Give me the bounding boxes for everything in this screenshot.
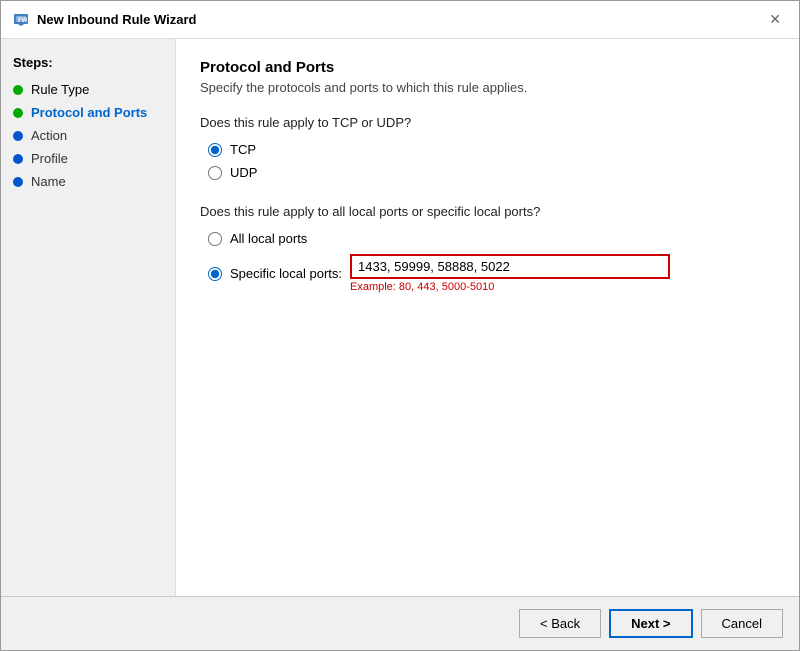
cancel-button[interactable]: Cancel — [701, 609, 783, 638]
all-ports-label[interactable]: All local ports — [230, 231, 307, 246]
all-ports-option[interactable]: All local ports — [208, 231, 775, 246]
specific-ports-label[interactable]: Specific local ports: — [230, 266, 342, 281]
specific-ports-radio[interactable] — [208, 267, 222, 281]
next-button[interactable]: Next > — [609, 609, 692, 638]
svg-text:FW: FW — [18, 18, 28, 24]
udp-label[interactable]: UDP — [230, 165, 257, 180]
sidebar-item-label-protocol-ports: Protocol and Ports — [31, 105, 147, 120]
step-dot-protocol-ports — [13, 108, 23, 118]
steps-label: Steps: — [1, 49, 175, 78]
title-bar: FW New Inbound Rule Wizard ✕ — [1, 1, 799, 39]
sidebar-item-action[interactable]: Action — [1, 124, 175, 147]
tcp-radio[interactable] — [208, 143, 222, 157]
port-example: Example: 80, 443, 5000-5010 — [350, 281, 670, 293]
dialog-window: FW New Inbound Rule Wizard ✕ Steps: Rule… — [0, 0, 800, 651]
ports-section-label: Does this rule apply to all local ports … — [200, 204, 775, 219]
sidebar-item-label-profile: Profile — [31, 151, 68, 166]
udp-radio[interactable] — [208, 166, 222, 180]
sidebar-item-label-name: Name — [31, 174, 66, 189]
step-dot-name — [13, 177, 23, 187]
back-button[interactable]: < Back — [519, 609, 601, 638]
specific-ports-option[interactable]: Specific local ports: — [208, 266, 342, 281]
dialog-title: New Inbound Rule Wizard — [37, 12, 197, 27]
close-button[interactable]: ✕ — [763, 9, 787, 30]
page-title: Protocol and Ports — [200, 59, 775, 76]
protocol-radio-group: TCP UDP — [208, 142, 775, 180]
sidebar-item-profile[interactable]: Profile — [1, 147, 175, 170]
sidebar-item-rule-type[interactable]: Rule Type — [1, 78, 175, 101]
specific-ports-row: Specific local ports: Example: 80, 443, … — [208, 254, 775, 293]
protocol-section-label: Does this rule apply to TCP or UDP? — [200, 115, 775, 130]
footer: < Back Next > Cancel — [1, 596, 799, 650]
main-content: Protocol and Ports Specify the protocols… — [176, 39, 799, 596]
tcp-option[interactable]: TCP — [208, 142, 775, 157]
sidebar: Steps: Rule Type Protocol and Ports Acti… — [1, 39, 176, 596]
sidebar-item-name[interactable]: Name — [1, 170, 175, 193]
ports-section: Does this rule apply to all local ports … — [200, 204, 775, 293]
wizard-icon: FW — [13, 12, 29, 28]
content-area: Steps: Rule Type Protocol and Ports Acti… — [1, 39, 799, 596]
title-bar-left: FW New Inbound Rule Wizard — [13, 12, 197, 28]
ports-radio-group: All local ports Specific local ports: Ex… — [208, 231, 775, 293]
page-subtitle: Specify the protocols and ports to which… — [200, 80, 775, 95]
tcp-label[interactable]: TCP — [230, 142, 256, 157]
sidebar-item-label-rule-type: Rule Type — [31, 82, 89, 97]
step-dot-rule-type — [13, 85, 23, 95]
port-input-wrapper: Example: 80, 443, 5000-5010 — [350, 254, 670, 293]
udp-option[interactable]: UDP — [208, 165, 775, 180]
sidebar-item-protocol-ports[interactable]: Protocol and Ports — [1, 101, 175, 124]
step-dot-action — [13, 131, 23, 141]
step-dot-profile — [13, 154, 23, 164]
ports-input[interactable] — [350, 254, 670, 279]
sidebar-item-label-action: Action — [31, 128, 67, 143]
all-ports-radio[interactable] — [208, 232, 222, 246]
